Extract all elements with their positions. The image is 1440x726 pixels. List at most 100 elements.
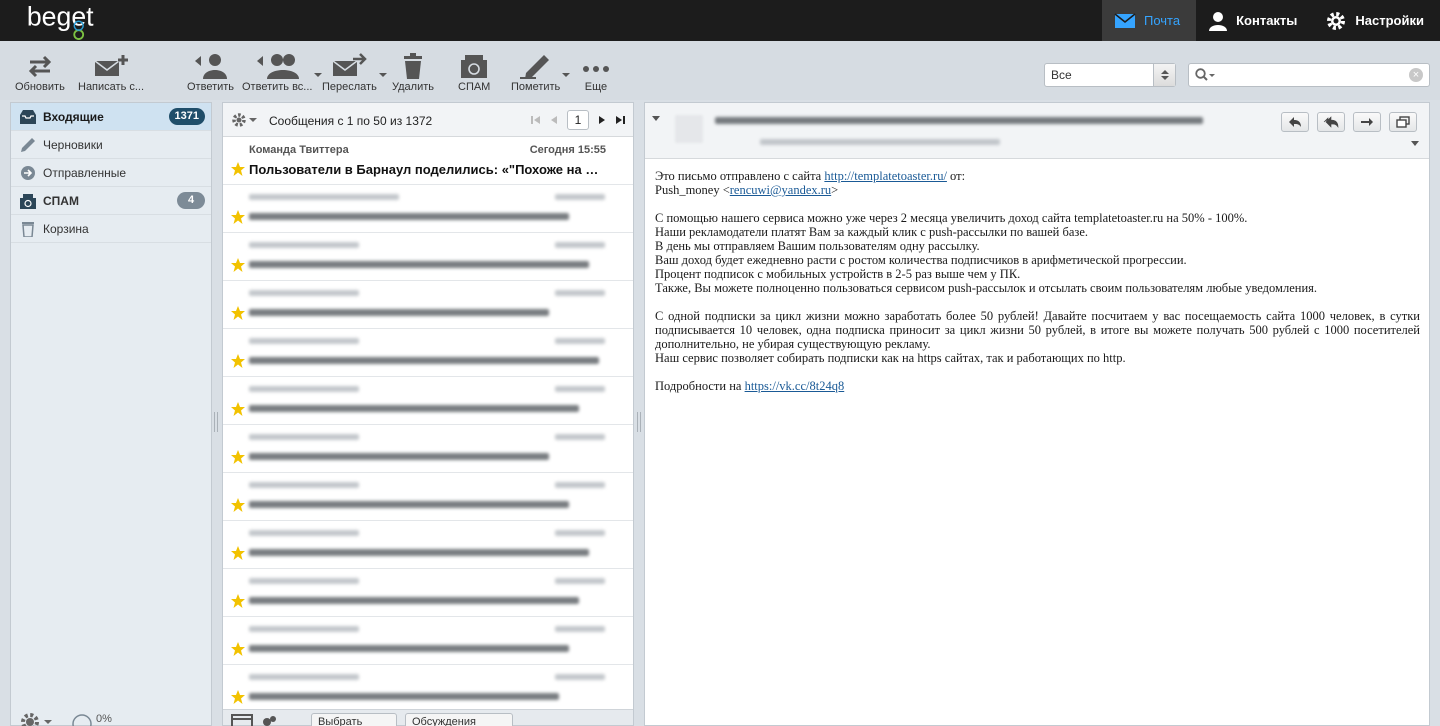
message-row[interactable] — [223, 281, 633, 329]
delete-button[interactable]: Удалить — [392, 53, 434, 93]
message-row[interactable] — [223, 425, 633, 473]
sender-email-suffix: > — [831, 183, 839, 197]
site-link[interactable]: http://templatetoaster.ru/ — [824, 169, 947, 183]
message-row[interactable] — [223, 185, 633, 233]
folder-label: Черновики — [43, 137, 103, 152]
nav-contacts[interactable]: Контакты — [1196, 0, 1313, 41]
blurred-sender — [249, 626, 359, 632]
select-dropdown[interactable]: Выбрать — [311, 713, 397, 726]
message-row[interactable] — [223, 665, 633, 713]
reply-message-button[interactable] — [1281, 112, 1309, 132]
body-line: Наш сервис позволяет собирать подписки к… — [655, 351, 1126, 365]
message-row[interactable] — [223, 473, 633, 521]
star-icon[interactable] — [231, 690, 245, 704]
quota-percent: 0% — [96, 713, 112, 725]
folder-sent[interactable]: Отправленные — [11, 159, 211, 187]
message-row[interactable]: Команда Твиттера Сегодня 15:55 Пользоват… — [223, 137, 633, 185]
forward-message-button[interactable] — [1353, 112, 1381, 132]
message-row[interactable] — [223, 521, 633, 569]
reply-all-button[interactable]: Ответить вс... — [242, 53, 323, 93]
pencil-icon — [19, 137, 37, 153]
search-icon[interactable] — [1195, 68, 1215, 82]
reply-button[interactable]: Ответить — [187, 53, 234, 93]
blurred-sender — [249, 674, 359, 680]
first-page-icon[interactable] — [531, 115, 541, 125]
message-row[interactable] — [223, 329, 633, 377]
body-line: В день мы отправляем Вашим пользователям… — [655, 239, 980, 253]
star-icon[interactable] — [231, 258, 245, 272]
star-icon[interactable] — [231, 642, 245, 656]
beget-logo[interactable]: beget — [10, 2, 140, 42]
prev-page-icon[interactable] — [549, 115, 559, 125]
star-icon[interactable] — [231, 306, 245, 320]
threads-dropdown[interactable]: Обсуждения — [405, 713, 513, 726]
clear-search-icon[interactable]: × — [1409, 68, 1423, 82]
star-icon[interactable] — [231, 450, 245, 464]
compose-label: Написать с... — [78, 81, 145, 93]
blurred-sender — [249, 578, 359, 584]
mark-label: Пометить — [511, 81, 561, 93]
list-reader-splitter[interactable] — [637, 412, 641, 432]
refresh-button[interactable]: Обновить — [15, 53, 65, 93]
open-in-window-button[interactable] — [1389, 112, 1417, 132]
nav-mail-label: Почта — [1143, 13, 1181, 28]
star-icon[interactable] — [231, 546, 245, 560]
envelope-icon — [1114, 12, 1136, 28]
nav-settings[interactable]: Настройки — [1313, 0, 1440, 41]
more-button[interactable]: Еще — [581, 53, 611, 93]
list-view-icon[interactable] — [231, 714, 253, 726]
forward-dropdown-icon[interactable] — [378, 73, 387, 77]
folder-label: Корзина — [43, 221, 89, 236]
body-line: Процент подписок с мобильных устройств в… — [655, 267, 1021, 281]
next-page-icon[interactable] — [597, 115, 607, 125]
collapse-header-icon[interactable] — [652, 116, 660, 121]
star-icon[interactable] — [231, 402, 245, 416]
blurred-subject — [249, 597, 579, 604]
forward-button[interactable]: Переслать — [322, 53, 387, 93]
star-icon[interactable] — [231, 498, 245, 512]
folder-list-splitter[interactable] — [214, 412, 218, 432]
folder-trash[interactable]: Корзина — [11, 215, 211, 243]
star-icon[interactable] — [231, 594, 245, 608]
compose-button[interactable]: Написать с... — [78, 53, 144, 93]
sender-email-link[interactable]: rencuwi@yandex.ru — [730, 183, 831, 197]
header-more-icon[interactable] — [1411, 141, 1419, 146]
message-list-footer: Выбрать Обсуждения — [223, 709, 633, 726]
last-page-icon[interactable] — [615, 115, 625, 125]
star-icon[interactable] — [231, 162, 245, 176]
star-icon[interactable] — [231, 210, 245, 224]
trash-icon — [404, 53, 422, 79]
body-line: С одной подписки за цикл жизни можно зар… — [655, 309, 1420, 351]
message-row[interactable] — [223, 617, 633, 665]
forward-icon — [332, 53, 368, 76]
origin-paragraph: Это письмо отправлено с сайта http://tem… — [655, 169, 1420, 197]
blurred-subject — [249, 309, 549, 316]
folder-settings-gear-icon[interactable] — [18, 710, 54, 726]
blurred-sender — [249, 386, 359, 392]
blurred-sender — [249, 530, 359, 536]
spam-button[interactable]: СПАМ — [458, 53, 490, 93]
mark-dropdown-icon[interactable] — [562, 73, 571, 77]
thread-view-icon[interactable] — [261, 714, 279, 726]
message-row[interactable] — [223, 569, 633, 617]
ellipsis-icon — [583, 66, 609, 72]
search-input[interactable] — [1217, 67, 1397, 83]
page-number[interactable]: 1 — [567, 110, 589, 130]
blurred-subject — [249, 501, 569, 508]
blurred-date — [555, 194, 605, 200]
star-icon[interactable] — [231, 354, 245, 368]
folder-inbox[interactable]: Входящие 1371 — [11, 103, 211, 131]
list-options-gear-icon[interactable] — [231, 112, 259, 128]
filter-select[interactable]: Все — [1044, 63, 1176, 87]
folder-spam[interactable]: СПАМ 4 — [11, 187, 211, 215]
nav-mail[interactable]: Почта — [1101, 0, 1197, 41]
folder-drafts[interactable]: Черновики — [11, 131, 211, 159]
mark-button[interactable]: Пометить — [511, 53, 571, 93]
message-row[interactable] — [223, 233, 633, 281]
blurred-sender — [249, 338, 359, 344]
message-row[interactable] — [223, 377, 633, 425]
filter-value: Все — [1051, 68, 1072, 82]
reply-all-message-button[interactable] — [1317, 112, 1345, 132]
more-info-link[interactable]: https://vk.cc/8t24q8 — [745, 379, 845, 393]
pen-icon — [519, 55, 549, 79]
